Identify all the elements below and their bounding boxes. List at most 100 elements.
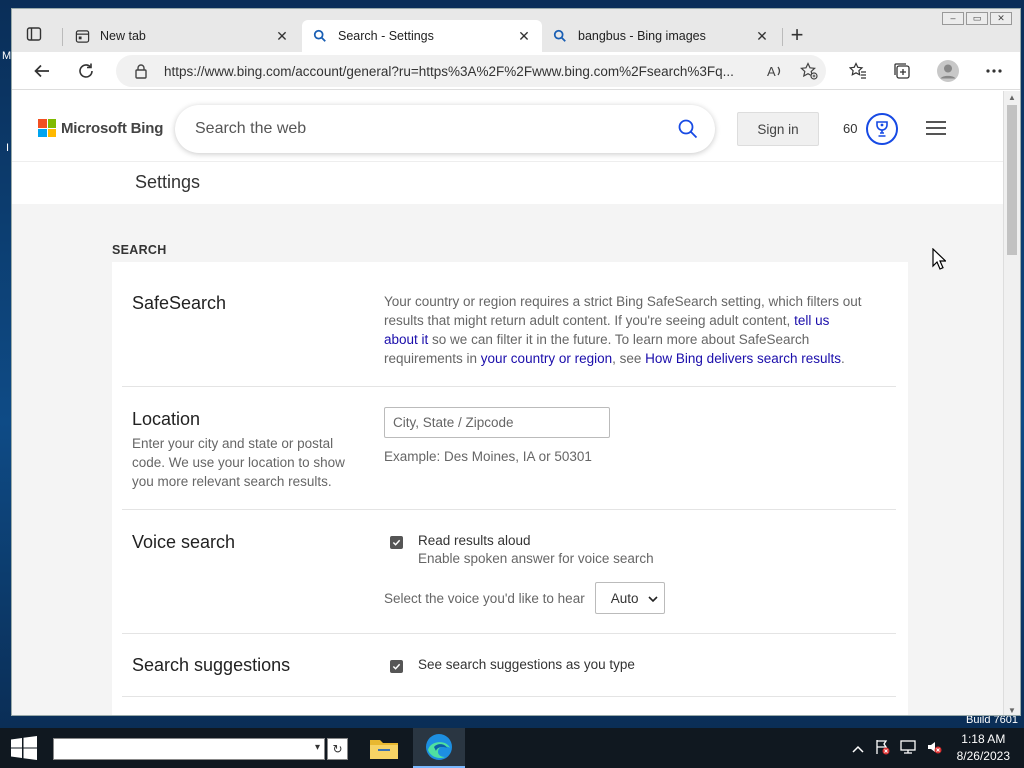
sign-in-button[interactable]: Sign in xyxy=(737,112,819,146)
tab-title: New tab xyxy=(100,29,146,43)
desktop-edge-label: I xyxy=(6,142,10,154)
microsoft-bing-logo[interactable]: Microsoft Bing xyxy=(38,119,163,137)
address-bar[interactable]: https://www.bing.com/account/general?ru=… xyxy=(116,55,826,87)
safesearch-heading: SafeSearch xyxy=(132,293,227,313)
bing-search-icon xyxy=(552,28,568,44)
action-center-flag-icon[interactable] xyxy=(874,739,890,758)
tab-search-settings[interactable]: Search - Settings ✕ xyxy=(302,20,542,52)
rewards-points[interactable]: 60 xyxy=(843,121,857,136)
chevron-up-icon[interactable] xyxy=(852,741,864,756)
tab-new-tab[interactable]: New tab ✕ xyxy=(64,20,300,52)
window-controls: – ▭ ✕ xyxy=(942,12,1012,25)
edge-taskbar-button[interactable] xyxy=(413,728,465,768)
settings-bar: Settings xyxy=(12,161,1004,204)
more-icon xyxy=(986,69,1002,73)
volume-muted-icon[interactable] xyxy=(926,739,942,758)
lock-icon xyxy=(134,63,148,82)
suggestions-checkbox[interactable] xyxy=(390,660,403,673)
browser-toolbar: https://www.bing.com/account/general?ru=… xyxy=(12,52,1020,90)
brand-name: Microsoft Bing xyxy=(61,119,164,137)
tab-actions-button[interactable] xyxy=(26,26,48,44)
microsoft-logo-icon xyxy=(38,119,56,137)
page-scrollbar[interactable]: ▲ ▼ xyxy=(1003,91,1020,715)
settings-card: SafeSearch Your country or region requir… xyxy=(112,262,908,715)
safesearch-text: Your country or region requires a strict… xyxy=(384,294,862,366)
system-tray: 1:18 AM 8/26/2023 xyxy=(847,728,1024,768)
folder-icon xyxy=(370,740,398,759)
close-tab-icon[interactable]: ✕ xyxy=(516,28,532,44)
rewards-button[interactable] xyxy=(866,113,898,145)
location-description: Enter your city and state or postal code… xyxy=(132,436,345,489)
collections-button[interactable] xyxy=(888,58,916,84)
windows-logo-icon xyxy=(11,736,37,760)
country-region-link[interactable]: your country or region xyxy=(481,351,612,366)
tab-title: bangbus - Bing images xyxy=(578,29,706,43)
search-input[interactable] xyxy=(195,117,655,141)
refresh-button[interactable] xyxy=(72,58,100,84)
read-aloud-checkbox[interactable] xyxy=(390,536,403,549)
maximize-button[interactable]: ▭ xyxy=(966,12,988,25)
section-label: SEARCH xyxy=(112,243,167,257)
minimize-button[interactable]: – xyxy=(942,12,964,25)
chevron-down-icon xyxy=(648,591,658,606)
close-tab-icon[interactable]: ✕ xyxy=(754,28,770,44)
network-icon[interactable] xyxy=(899,739,916,758)
tab-separator xyxy=(62,28,63,46)
file-explorer-taskbar-button[interactable] xyxy=(358,728,410,768)
tab-actions-icon xyxy=(26,27,42,41)
voice-search-heading: Voice search xyxy=(132,532,236,552)
browser-window: New tab ✕ Search - Settings ✕ bangbus - … xyxy=(11,8,1021,716)
favorites-icon xyxy=(849,62,866,79)
scroll-up-icon[interactable]: ▲ xyxy=(1008,93,1016,102)
favorites-button[interactable] xyxy=(844,58,872,84)
location-controls: Example: Des Moines, IA or 50301 xyxy=(384,407,610,464)
mouse-cursor xyxy=(932,247,947,273)
read-aloud-icon[interactable]: A xyxy=(766,62,784,80)
how-bing-delivers-link[interactable]: How Bing delivers search results xyxy=(645,351,841,366)
start-button[interactable] xyxy=(10,736,38,763)
trophy-icon xyxy=(876,121,888,137)
taskbar-clock[interactable]: 1:18 AM 8/26/2023 xyxy=(957,731,1010,765)
back-button[interactable] xyxy=(28,58,56,84)
tab-title: Search - Settings xyxy=(338,29,434,43)
close-tab-icon[interactable]: ✕ xyxy=(274,28,290,44)
tab-bing-images[interactable]: bangbus - Bing images ✕ xyxy=(542,20,780,52)
bing-search-icon xyxy=(312,28,328,44)
close-window-button[interactable]: ✕ xyxy=(990,12,1012,25)
safesearch-row: SafeSearch Your country or region requir… xyxy=(122,262,896,387)
tab-bar: New tab ✕ Search - Settings ✕ bangbus - … xyxy=(12,9,1020,52)
read-aloud-option: Read results aloud Enable spoken answer … xyxy=(390,533,654,566)
chevron-down-icon[interactable]: ▾ xyxy=(315,742,320,753)
tab-separator xyxy=(782,28,783,46)
more-menu-button[interactable] xyxy=(980,58,1008,84)
search-suggestions-heading: Search suggestions xyxy=(132,655,291,675)
clock-date: 8/26/2023 xyxy=(956,749,1010,763)
voice-select-group: Select the voice you'd like to hear Auto xyxy=(384,582,665,614)
new-tab-button[interactable]: + xyxy=(786,24,808,47)
location-input[interactable] xyxy=(384,407,610,438)
search-suggestions-row: Search suggestions See search suggestion… xyxy=(122,634,896,697)
newtab-icon xyxy=(74,28,90,44)
voice-select[interactable]: Auto xyxy=(594,582,665,614)
page-title: Settings xyxy=(135,172,201,192)
refresh-icon xyxy=(79,63,93,78)
scroll-down-icon[interactable]: ▼ xyxy=(1008,706,1016,715)
location-heading: Location xyxy=(132,409,201,429)
taskbar-search-input[interactable]: ▾ xyxy=(53,738,325,760)
search-icon[interactable] xyxy=(677,118,699,143)
suggestions-label: See search suggestions as you type xyxy=(418,657,635,672)
location-row: Location Enter your city and state or po… xyxy=(122,387,896,510)
profile-button[interactable] xyxy=(934,58,962,84)
read-aloud-sub: Enable spoken answer for voice search xyxy=(418,551,654,566)
scrollbar-thumb[interactable] xyxy=(1007,105,1017,255)
svg-text:A: A xyxy=(767,64,776,79)
desktop-edge-label: M xyxy=(2,50,12,62)
voice-select-label: Select the voice you'd like to hear xyxy=(384,590,585,606)
hamburger-menu-icon[interactable] xyxy=(926,121,946,135)
taskbar-refresh-button[interactable]: ↻ xyxy=(327,738,348,760)
add-favorite-icon[interactable] xyxy=(800,62,818,80)
checkmark-icon xyxy=(392,663,401,670)
bing-header: Microsoft Bing Sign in 60 xyxy=(12,91,1004,161)
checkmark-icon xyxy=(392,539,401,546)
taskbar: ▾ ↻ 1:18 AM 8/26/2023 xyxy=(0,728,1024,768)
